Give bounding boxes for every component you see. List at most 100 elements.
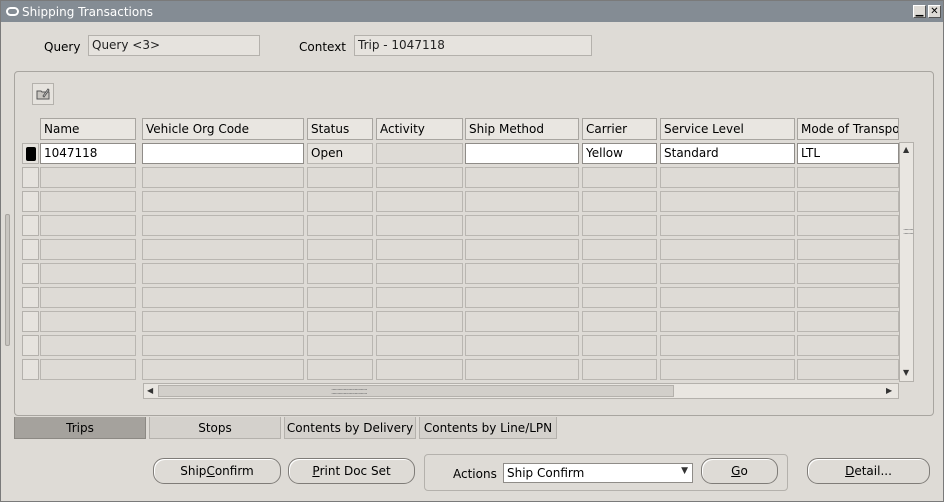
horizontal-scrollbar[interactable]: ◀ ⁚⁚⁚⁚⁚⁚⁚⁚⁚⁚⁚⁚⁚⁚⁚⁚⁚⁚⁚⁚⁚⁚⁚⁚⁚⁚⁚⁚⁚ ▶ (143, 383, 899, 399)
print-doc-set-button[interactable]: Print Doc Set (288, 458, 415, 484)
detail-button[interactable]: Detail... (807, 458, 930, 484)
table-cell[interactable] (582, 167, 657, 188)
table-cell[interactable] (376, 263, 463, 284)
table-cell[interactable] (376, 215, 463, 236)
scroll-down-icon[interactable]: ▼ (903, 369, 909, 377)
table-cell[interactable] (660, 359, 795, 380)
row-selector[interactable] (22, 311, 39, 332)
table-cell[interactable] (376, 287, 463, 308)
table-cell[interactable] (582, 215, 657, 236)
close-icon[interactable]: ✕ (928, 5, 941, 18)
column-header-vehicle-org-code[interactable]: Vehicle Org Code (142, 118, 304, 140)
table-cell[interactable] (40, 191, 136, 212)
table-cell[interactable] (307, 287, 373, 308)
table-cell[interactable] (465, 239, 579, 260)
table-cell[interactable] (582, 335, 657, 356)
table-cell[interactable] (142, 167, 304, 188)
table-cell[interactable] (660, 215, 795, 236)
table-cell[interactable] (40, 287, 136, 308)
row-selector[interactable] (22, 359, 39, 380)
table-cell[interactable] (307, 335, 373, 356)
table-cell[interactable] (797, 239, 899, 260)
row-selector[interactable] (22, 191, 39, 212)
row-selector[interactable] (22, 167, 39, 188)
tab-contents-by-delivery[interactable]: Contents by Delivery (284, 417, 416, 439)
table-cell[interactable] (582, 263, 657, 284)
scroll-up-icon[interactable]: ▲ (903, 146, 909, 154)
table-cell[interactable] (142, 335, 304, 356)
table-cell[interactable] (142, 359, 304, 380)
column-header-activity[interactable]: Activity (376, 118, 463, 140)
column-header-ship-method[interactable]: Ship Method (465, 118, 579, 140)
table-cell[interactable] (660, 263, 795, 284)
table-cell[interactable] (797, 191, 899, 212)
table-cell[interactable] (142, 239, 304, 260)
table-cell[interactable] (660, 191, 795, 212)
table-cell[interactable] (376, 167, 463, 188)
table-cell[interactable] (797, 215, 899, 236)
cell-carrier[interactable]: Yellow (582, 143, 657, 164)
table-cell[interactable] (307, 311, 373, 332)
row-selector[interactable] (22, 335, 39, 356)
table-cell[interactable] (40, 263, 136, 284)
cell-ship-method[interactable] (465, 143, 579, 164)
tab-contents-by-line-lpn[interactable]: Contents by Line/LPN (419, 417, 557, 439)
table-cell[interactable] (465, 287, 579, 308)
table-cell[interactable] (797, 167, 899, 188)
table-cell[interactable] (40, 359, 136, 380)
cell-name[interactable]: 1047118 (40, 143, 136, 164)
tab-trips[interactable]: Trips (14, 417, 146, 439)
table-cell[interactable] (307, 215, 373, 236)
table-cell[interactable] (797, 359, 899, 380)
table-cell[interactable] (660, 287, 795, 308)
column-header-carrier[interactable]: Carrier (582, 118, 657, 140)
table-cell[interactable] (660, 335, 795, 356)
column-header-service-level[interactable]: Service Level (660, 118, 795, 140)
row-selector[interactable] (22, 239, 39, 260)
table-cell[interactable] (660, 239, 795, 260)
go-button[interactable]: Go (701, 458, 778, 484)
ship-confirm-button[interactable]: Ship Confirm (153, 458, 281, 484)
table-cell[interactable] (582, 359, 657, 380)
minimize-icon[interactable]: ▁ (913, 5, 926, 18)
table-cell[interactable] (797, 311, 899, 332)
table-cell[interactable] (307, 191, 373, 212)
vertical-scrollbar[interactable]: ▲ ⁚⁚⁚⁚⁚⁚⁚⁚ ▼ (899, 142, 914, 382)
table-cell[interactable] (142, 311, 304, 332)
column-header-status[interactable]: Status (307, 118, 373, 140)
column-header-name[interactable]: Name (40, 118, 136, 140)
table-cell[interactable] (582, 287, 657, 308)
table-cell[interactable] (40, 335, 136, 356)
table-cell[interactable] (40, 311, 136, 332)
table-cell[interactable] (465, 359, 579, 380)
table-cell[interactable] (582, 311, 657, 332)
cell-mode-of-transport[interactable]: LTL (797, 143, 899, 164)
table-cell[interactable] (465, 311, 579, 332)
table-cell[interactable] (660, 311, 795, 332)
context-field[interactable]: Trip - 1047118 (354, 35, 592, 56)
cell-activity[interactable] (376, 143, 463, 164)
tab-stops[interactable]: Stops (149, 417, 281, 439)
row-selector[interactable] (22, 287, 39, 308)
table-cell[interactable] (376, 311, 463, 332)
table-cell[interactable] (40, 167, 136, 188)
table-cell[interactable] (465, 335, 579, 356)
column-header-mode-of-transport[interactable]: Mode of Transpor (797, 118, 899, 140)
horizontal-scroll-thumb[interactable]: ⁚⁚⁚⁚⁚⁚⁚⁚⁚⁚⁚⁚⁚⁚⁚⁚⁚⁚⁚⁚⁚⁚⁚⁚⁚⁚⁚⁚⁚ (158, 385, 674, 397)
table-cell[interactable] (376, 359, 463, 380)
table-cell[interactable] (376, 335, 463, 356)
cell-status[interactable]: Open (307, 143, 373, 164)
table-cell[interactable] (307, 263, 373, 284)
table-cell[interactable] (142, 191, 304, 212)
table-cell[interactable] (307, 359, 373, 380)
cell-service-level[interactable]: Standard (660, 143, 795, 164)
row-selector[interactable] (22, 263, 39, 284)
query-field[interactable]: Query <3> (88, 35, 260, 56)
table-cell[interactable] (40, 215, 136, 236)
table-cell[interactable] (797, 335, 899, 356)
scroll-left-icon[interactable]: ◀ (147, 387, 153, 395)
table-cell[interactable] (142, 215, 304, 236)
table-cell[interactable] (142, 287, 304, 308)
table-cell[interactable] (582, 191, 657, 212)
row-selector-active[interactable] (22, 143, 39, 164)
